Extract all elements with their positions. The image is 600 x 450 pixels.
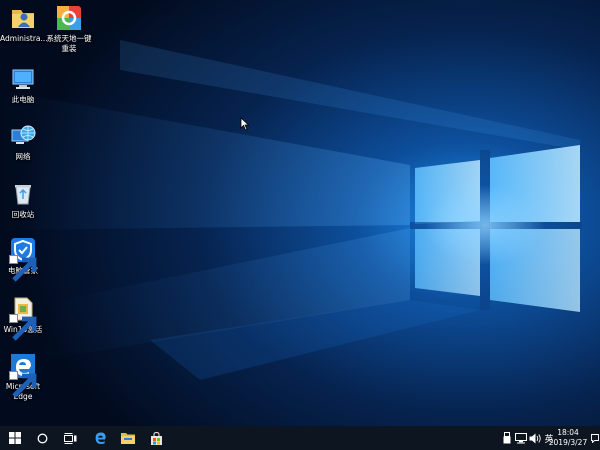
computer-icon	[9, 65, 37, 93]
usb-icon	[503, 432, 511, 444]
shortcut-arrow-icon	[9, 314, 37, 341]
activation-file-icon	[9, 295, 37, 341]
start-button[interactable]	[2, 426, 28, 450]
desktop-icon-administrator[interactable]: Administra...	[0, 4, 48, 44]
desktop-wallpaper	[0, 0, 600, 426]
tray-volume-button[interactable]	[528, 426, 542, 450]
task-view-button[interactable]	[57, 426, 83, 450]
volume-icon	[529, 433, 541, 443]
network-globe-icon	[9, 122, 37, 150]
tray-usb-button[interactable]	[500, 426, 514, 450]
edge-icon	[9, 352, 37, 398]
network-icon	[515, 432, 527, 443]
desktop-icon-label: 回收站	[11, 210, 35, 219]
taskbar-store-button[interactable]	[143, 426, 169, 450]
clock-date: 2019/3/27	[548, 438, 588, 447]
cortana-search-button[interactable]	[29, 426, 55, 450]
mouse-pointer-icon	[240, 117, 250, 131]
desktop-icon-label: 网络	[15, 152, 31, 161]
desktop-icon-network[interactable]: 网络	[0, 122, 46, 162]
shield-app-icon	[9, 236, 37, 282]
desktop-icon-label: 此电脑	[11, 95, 35, 104]
edge-icon	[95, 432, 106, 444]
desktop-icon-this-pc[interactable]: 此电脑	[0, 65, 46, 105]
desktop-icon-label: 系统天地一键重装	[46, 34, 92, 53]
task-view-icon	[63, 432, 76, 444]
shortcut-arrow-icon	[9, 255, 37, 282]
tray-network-button[interactable]	[514, 426, 528, 450]
reinstall-app-icon	[55, 4, 83, 32]
taskbar-file-explorer-button[interactable]	[115, 426, 141, 450]
user-folder-icon	[9, 4, 37, 32]
recycle-bin-icon	[9, 180, 37, 208]
taskbar-edge-button[interactable]	[87, 426, 113, 450]
action-center-button[interactable]	[590, 426, 600, 450]
desktop-icon-pc-manager[interactable]: 电脑管家	[0, 236, 46, 282]
clock-time: 18:04	[557, 428, 579, 437]
desktop-icon-microsoft-edge[interactable]: Microsoft Edge	[0, 352, 46, 402]
desktop-icon-win10-activate[interactable]: Win10激活	[0, 295, 46, 341]
cortana-circle-icon	[37, 433, 47, 443]
taskbar: 英 18:04 2019/3/27	[0, 426, 600, 450]
taskbar-clock[interactable]: 18:04 2019/3/27	[546, 428, 590, 448]
shortcut-arrow-icon	[9, 371, 37, 398]
file-explorer-icon	[121, 433, 135, 444]
desktop-icon-system-reinstall[interactable]: 系统天地一键重装	[44, 4, 94, 54]
store-icon	[150, 431, 162, 445]
windows-logo-icon	[9, 432, 21, 444]
notification-icon	[591, 433, 599, 443]
desktop-icon-recycle-bin[interactable]: 回收站	[0, 180, 46, 220]
desktop-icon-label: Administra...	[0, 34, 48, 43]
